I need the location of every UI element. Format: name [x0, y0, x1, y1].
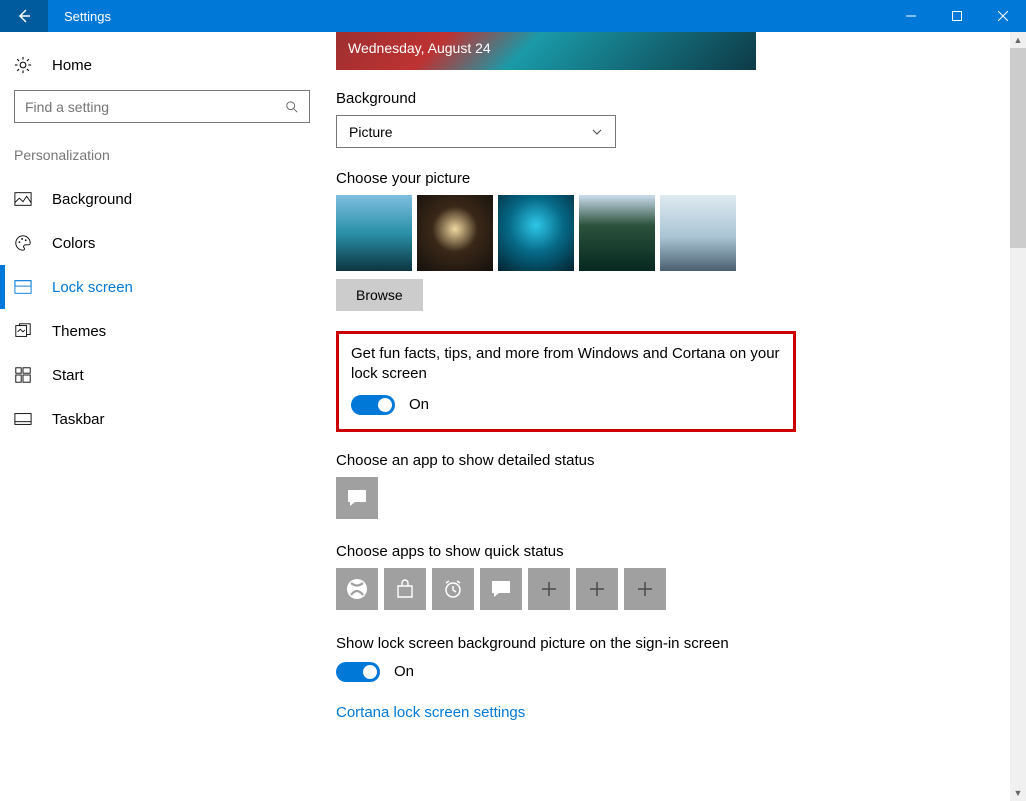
search-icon [285, 100, 299, 114]
quick-status-slot-add[interactable] [624, 568, 666, 610]
scroll-thumb[interactable] [1010, 48, 1026, 248]
nav-label: Themes [52, 323, 106, 340]
dropdown-value: Picture [349, 124, 591, 140]
fun-facts-desc: Get fun facts, tips, and more from Windo… [351, 344, 781, 385]
window-controls [888, 0, 1026, 32]
quick-status-slot-store[interactable] [384, 568, 426, 610]
main-panel: Wednesday, August 24 Background Picture … [320, 32, 1026, 801]
themes-icon [14, 322, 32, 340]
quick-status-label: Choose apps to show quick status [336, 543, 1010, 560]
titlebar: Settings [0, 0, 1026, 32]
nav-item-colors[interactable]: Colors [0, 221, 320, 265]
signin-bg-desc: Show lock screen background picture on t… [336, 634, 1010, 654]
picture-thumb[interactable] [660, 195, 736, 271]
plus-icon [588, 580, 606, 598]
signin-bg-state: On [394, 663, 414, 680]
quick-status-slot-alarm[interactable] [432, 568, 474, 610]
quick-status-slot-add[interactable] [528, 568, 570, 610]
fun-facts-highlight: Get fun facts, tips, and more from Windo… [336, 331, 796, 432]
maximize-button[interactable] [934, 0, 980, 32]
nav-label: Start [52, 367, 84, 384]
xbox-icon [346, 578, 368, 600]
store-icon [395, 579, 415, 599]
alarm-icon [442, 578, 464, 600]
nav-label: Colors [52, 235, 95, 252]
taskbar-icon [14, 410, 32, 428]
lockscreen-icon [14, 278, 32, 296]
background-label: Background [336, 90, 1010, 107]
sidebar: Home Personalization Background Colors L… [0, 32, 320, 801]
vertical-scrollbar[interactable]: ▲ ▼ [1010, 32, 1026, 801]
sidebar-heading: Personalization [0, 139, 320, 177]
detailed-status-app-slot[interactable] [336, 477, 378, 519]
quick-status-slot-message[interactable] [480, 568, 522, 610]
quick-status-slot-add[interactable] [576, 568, 618, 610]
close-icon [998, 11, 1008, 21]
gear-icon [14, 56, 32, 74]
home-link[interactable]: Home [0, 44, 320, 86]
nav-item-taskbar[interactable]: Taskbar [0, 397, 320, 441]
background-dropdown[interactable]: Picture [336, 115, 616, 148]
nav-item-themes[interactable]: Themes [0, 309, 320, 353]
scroll-up-icon[interactable]: ▲ [1014, 32, 1023, 48]
picture-thumb[interactable] [579, 195, 655, 271]
choose-picture-label: Choose your picture [336, 170, 1010, 187]
close-button[interactable] [980, 0, 1026, 32]
picture-thumb[interactable] [498, 195, 574, 271]
picture-thumbs [336, 195, 1010, 271]
lockscreen-preview: Wednesday, August 24 [336, 32, 756, 70]
chevron-down-icon [591, 126, 603, 138]
home-label: Home [52, 57, 92, 74]
nav-item-lockscreen[interactable]: Lock screen [0, 265, 320, 309]
start-icon [14, 366, 32, 384]
quick-status-slot-xbox[interactable] [336, 568, 378, 610]
maximize-icon [952, 11, 962, 21]
cortana-settings-link[interactable]: Cortana lock screen settings [336, 704, 1010, 721]
plus-icon [540, 580, 558, 598]
back-button[interactable] [0, 0, 48, 32]
nav-label: Taskbar [52, 411, 105, 428]
minimize-icon [906, 11, 916, 21]
picture-thumb[interactable] [336, 195, 412, 271]
nav-item-start[interactable]: Start [0, 353, 320, 397]
search-input[interactable] [14, 90, 310, 123]
fun-facts-toggle[interactable] [351, 395, 395, 415]
message-icon [346, 488, 368, 508]
window-title: Settings [64, 9, 888, 24]
scroll-down-icon[interactable]: ▼ [1014, 785, 1023, 801]
browse-button[interactable]: Browse [336, 279, 423, 311]
palette-icon [14, 234, 32, 252]
detailed-status-label: Choose an app to show detailed status [336, 452, 1010, 469]
signin-bg-toggle[interactable] [336, 662, 380, 682]
picture-thumb[interactable] [417, 195, 493, 271]
minimize-button[interactable] [888, 0, 934, 32]
plus-icon [636, 580, 654, 598]
fun-facts-state: On [409, 396, 429, 413]
search-field[interactable] [25, 99, 285, 115]
preview-date: Wednesday, August 24 [348, 40, 491, 56]
nav-label: Lock screen [52, 279, 133, 296]
picture-icon [14, 190, 32, 208]
nav-label: Background [52, 191, 132, 208]
nav-item-background[interactable]: Background [0, 177, 320, 221]
message-icon [490, 579, 512, 599]
arrow-left-icon [16, 8, 32, 24]
